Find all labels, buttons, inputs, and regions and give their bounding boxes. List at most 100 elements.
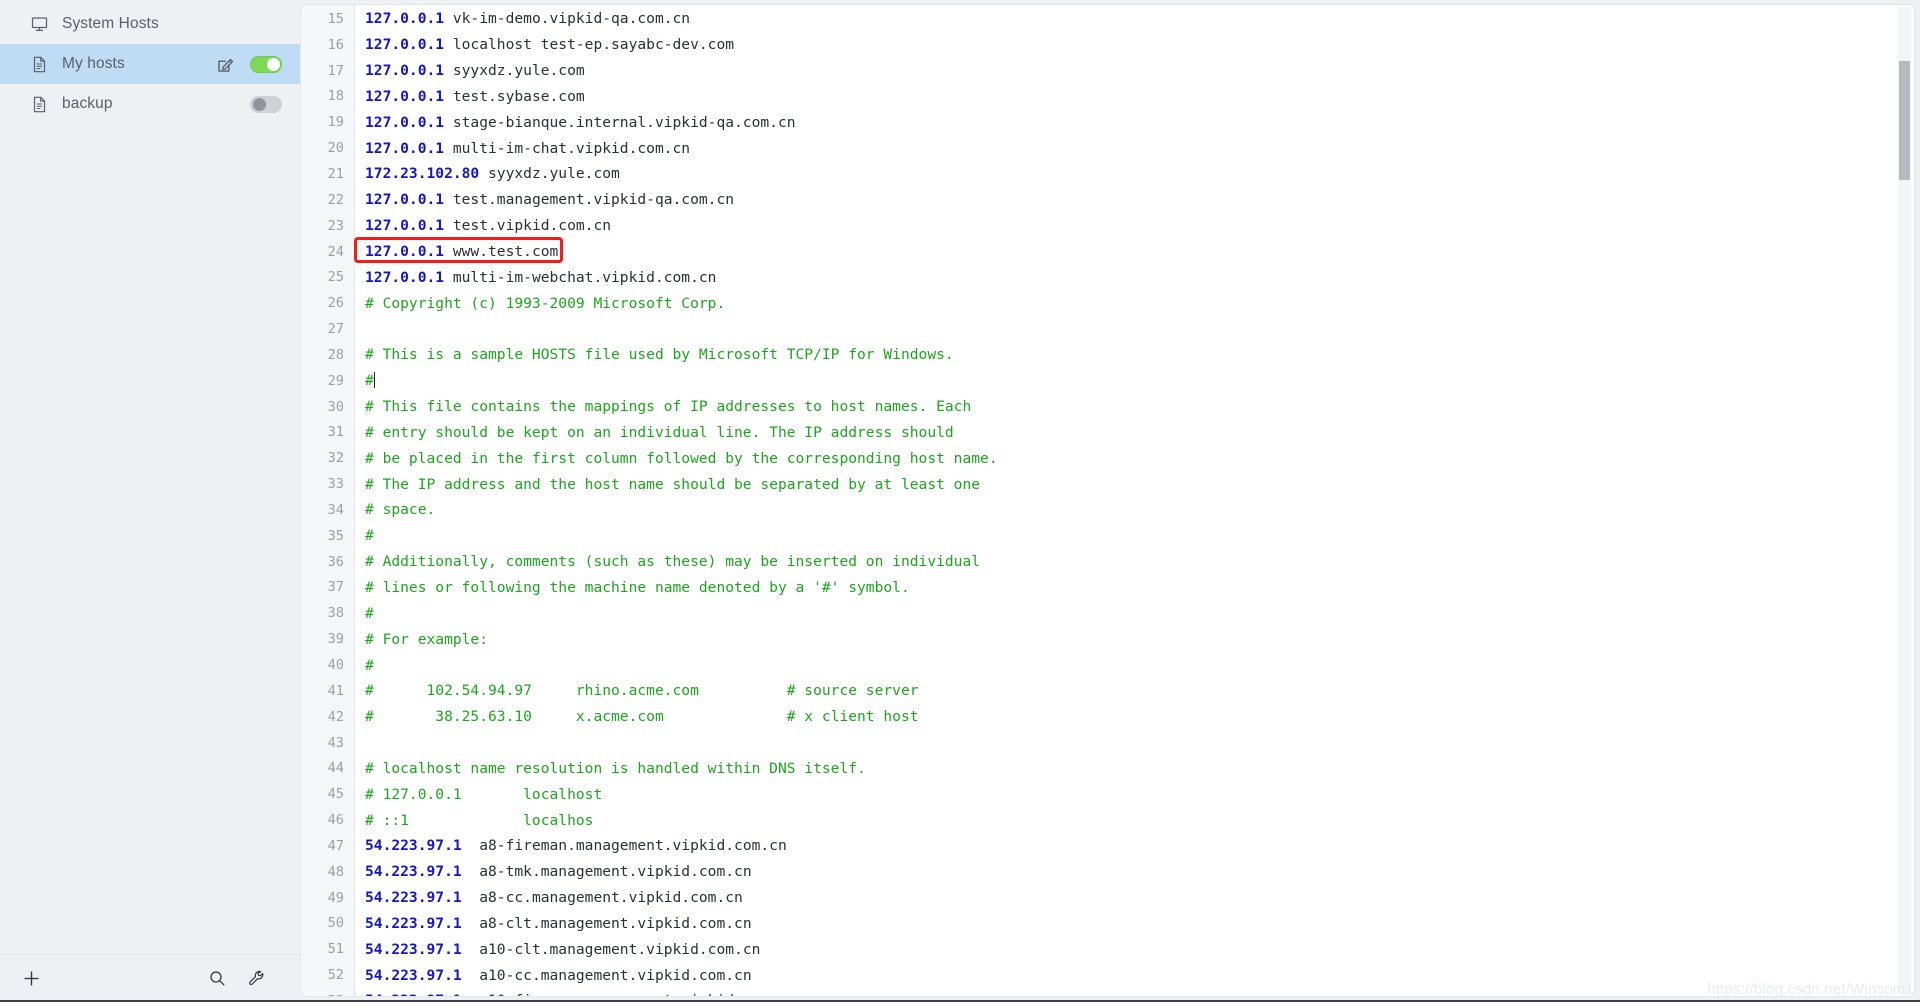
line-content[interactable]: # <box>355 657 374 674</box>
code-line[interactable]: 45 # 127.0.0.1 localhost <box>301 781 1914 807</box>
hosts-file-editor[interactable]: 15 127.0.0.1 vk-im-demo.vipkid-qa.com.cn 1… <box>300 4 1915 997</box>
line-content[interactable]: 54.223.97.1 a8-tmk.management.vipkid.com… <box>355 863 752 880</box>
line-content[interactable]: # The IP address and the host name shoul… <box>355 476 980 493</box>
line-content[interactable]: # ::1 localhos <box>355 812 593 829</box>
line-content[interactable]: 127.0.0.1 vk-im-demo.vipkid-qa.com.cn <box>355 10 690 27</box>
toggle-switch-backup[interactable] <box>250 95 282 113</box>
line-content[interactable]: 54.223.97.1 a8-cc.management.vipkid.com.… <box>355 889 743 906</box>
code-line[interactable]: 41 # 102.54.94.97 rhino.acme.com # source… <box>301 678 1914 704</box>
line-content[interactable]: # 38.25.63.10 x.acme.com # x client host <box>355 708 919 725</box>
line-content[interactable]: 127.0.0.1 syyxdz.yule.com <box>355 62 585 79</box>
code-line[interactable]: 30 # This file contains the mappings of I… <box>301 394 1914 420</box>
code-line[interactable]: 28 # This is a sample HOSTS file used by … <box>301 342 1914 368</box>
code-line[interactable]: 33 # The IP address and the host name sho… <box>301 471 1914 497</box>
line-content[interactable]: # Copyright (c) 1993-2009 Microsoft Corp… <box>355 295 725 312</box>
hostname: a8-clt.management.vipkid.com.cn <box>461 914 752 932</box>
comment-text: # This file contains the mappings of IP … <box>365 398 972 416</box>
line-content[interactable]: 127.0.0.1 stage-bianque.internal.vipkid-… <box>355 114 796 131</box>
code-scroll-area[interactable]: 15 127.0.0.1 vk-im-demo.vipkid-qa.com.cn 1… <box>301 5 1914 996</box>
code-line[interactable]: 51 54.223.97.1 a10-clt.management.vipkid.… <box>301 936 1914 962</box>
code-line[interactable]: 24 127.0.0.1 www.test.com <box>301 239 1914 265</box>
plus-icon[interactable] <box>18 966 44 992</box>
code-line[interactable]: 32 # be placed in the first column follow… <box>301 445 1914 471</box>
vertical-scrollbar[interactable] <box>1898 7 1911 994</box>
line-content[interactable]: # <box>355 605 374 622</box>
line-content[interactable]: # space. <box>355 501 435 518</box>
line-content[interactable]: # 127.0.0.1 localhost <box>355 786 602 803</box>
code-line[interactable]: 29 # <box>301 368 1914 394</box>
ip-address: 127.0.0.1 <box>365 139 445 157</box>
code-line[interactable]: 31 # entry should be kept on an individua… <box>301 420 1914 446</box>
code-line[interactable]: 22 127.0.0.1 test.management.vipkid-qa.co… <box>301 187 1914 213</box>
line-content[interactable]: # entry should be kept on an individual … <box>355 424 954 441</box>
line-content[interactable]: 54.223.97.1 a8-clt.management.vipkid.com… <box>355 915 752 932</box>
code-line[interactable]: 52 54.223.97.1 a10-cc.management.vipkid.c… <box>301 962 1914 988</box>
code-line[interactable]: 15 127.0.0.1 vk-im-demo.vipkid-qa.com.cn <box>301 6 1914 32</box>
sidebar-item-label: backup <box>62 95 113 112</box>
code-content[interactable]: 15 127.0.0.1 vk-im-demo.vipkid-qa.com.cn 1… <box>301 5 1914 996</box>
line-content[interactable]: 127.0.0.1 www.test.com <box>355 243 558 260</box>
hostname: a8-fireman.management.vipkid.com.cn <box>461 837 787 855</box>
code-line[interactable]: 17 127.0.0.1 syyxdz.yule.com <box>301 58 1914 84</box>
line-content[interactable]: 54.223.97.1 a8-fireman.management.vipkid… <box>355 837 787 854</box>
code-line[interactable]: 44 # localhost name resolution is handled… <box>301 755 1914 781</box>
hostname: test.management.vipkid-qa.com.cn <box>444 191 735 209</box>
line-content[interactable]: 127.0.0.1 multi-im-chat.vipkid.com.cn <box>355 140 690 157</box>
line-number: 16 <box>327 36 344 53</box>
toggle-switch-my-hosts[interactable] <box>250 55 282 73</box>
line-content[interactable]: # localhost name resolution is handled w… <box>355 760 866 777</box>
line-content[interactable]: 127.0.0.1 localhost test-ep.sayabc-dev.c… <box>355 36 734 53</box>
code-line[interactable]: 42 # 38.25.63.10 x.acme.com # x client ho… <box>301 704 1914 730</box>
ip-address: 127.0.0.1 <box>365 62 445 80</box>
code-line[interactable]: 37 # lines or following the machine name … <box>301 575 1914 601</box>
line-content[interactable]: # 102.54.94.97 rhino.acme.com # source s… <box>355 682 919 699</box>
sidebar-item-backup[interactable]: backup <box>0 84 300 124</box>
line-content[interactable]: # <box>355 372 375 389</box>
code-line[interactable]: 40 # <box>301 652 1914 678</box>
line-content[interactable]: 127.0.0.1 multi-im-webchat.vipkid.com.cn <box>355 269 716 286</box>
code-line[interactable]: 5354.223.97.1 a10-fireman.management.vip… <box>301 988 1914 996</box>
code-line[interactable]: 38 # <box>301 600 1914 626</box>
line-content[interactable]: # be placed in the first column followed… <box>355 450 998 467</box>
line-content[interactable]: 127.0.0.1 test.management.vipkid-qa.com.… <box>355 191 734 208</box>
code-line[interactable]: 20 127.0.0.1 multi-im-chat.vipkid.com.cn <box>301 135 1914 161</box>
edit-icon[interactable] <box>214 53 236 75</box>
code-line[interactable]: 19 127.0.0.1 stage-bianque.internal.vipki… <box>301 109 1914 135</box>
code-line[interactable]: 36 # Additionally, comments (such as thes… <box>301 549 1914 575</box>
wrench-icon[interactable] <box>244 966 270 992</box>
code-line[interactable]: 25 127.0.0.1 multi-im-webchat.vipkid.com.… <box>301 264 1914 290</box>
code-line[interactable]: 49 54.223.97.1 a8-cc.management.vipkid.co… <box>301 885 1914 911</box>
sidebar-item-system-hosts[interactable]: System Hosts <box>0 4 300 44</box>
code-line[interactable]: 50 54.223.97.1 a8-clt.management.vipkid.c… <box>301 911 1914 937</box>
line-content[interactable]: 54.223.97.1 a10-fireman.management.vipki… <box>355 992 796 996</box>
line-content[interactable]: # Additionally, comments (such as these)… <box>355 553 980 570</box>
line-content[interactable]: 172.23.102.80 syyxdz.yule.com <box>355 165 620 182</box>
line-content[interactable]: # This file contains the mappings of IP … <box>355 398 971 415</box>
line-content[interactable]: # <box>355 527 374 544</box>
code-line[interactable]: 27 <box>301 316 1914 342</box>
code-line[interactable]: 43 <box>301 730 1914 756</box>
code-line[interactable]: 18 127.0.0.1 test.sybase.com <box>301 84 1914 110</box>
line-content[interactable]: 127.0.0.1 test.sybase.com <box>355 88 585 105</box>
code-line[interactable]: 35 # <box>301 523 1914 549</box>
line-number: 24 <box>327 243 344 260</box>
line-content[interactable]: 54.223.97.1 a10-clt.management.vipkid.co… <box>355 941 760 958</box>
code-line[interactable]: 48 54.223.97.1 a8-tmk.management.vipkid.c… <box>301 859 1914 885</box>
line-content[interactable]: # lines or following the machine name de… <box>355 579 910 596</box>
search-icon[interactable] <box>204 966 230 992</box>
code-line[interactable]: 46 # ::1 localhos <box>301 807 1914 833</box>
line-content[interactable]: 127.0.0.1 test.vipkid.com.cn <box>355 217 611 234</box>
code-line[interactable]: 47 54.223.97.1 a8-fireman.management.vipk… <box>301 833 1914 859</box>
code-line[interactable]: 34 # space. <box>301 497 1914 523</box>
line-content[interactable]: # This is a sample HOSTS file used by Mi… <box>355 346 954 363</box>
line-content[interactable]: # For example: <box>355 631 488 648</box>
line-number: 52 <box>327 967 344 984</box>
code-line[interactable]: 23 127.0.0.1 test.vipkid.com.cn <box>301 213 1914 239</box>
sidebar-item-my-hosts[interactable]: My hosts <box>0 44 300 84</box>
line-content[interactable]: 54.223.97.1 a10-cc.management.vipkid.com… <box>355 967 752 984</box>
code-line[interactable]: 39 # For example: <box>301 626 1914 652</box>
scrollbar-thumb[interactable] <box>1899 61 1910 180</box>
code-line[interactable]: 16 127.0.0.1 localhost test-ep.sayabc-dev… <box>301 32 1914 58</box>
code-line[interactable]: 21 172.23.102.80 syyxdz.yule.com <box>301 161 1914 187</box>
code-line[interactable]: 26 # Copyright (c) 1993-2009 Microsoft Co… <box>301 290 1914 316</box>
